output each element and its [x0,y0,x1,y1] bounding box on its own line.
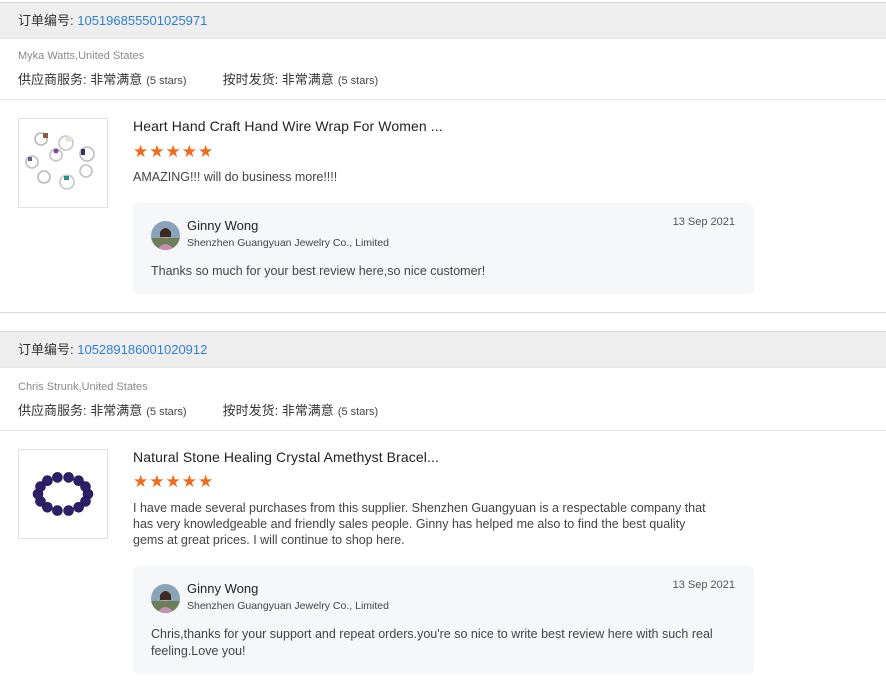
order-number-link[interactable]: 105289186001020912 [77,342,207,357]
order-label: 订单编号: [18,342,78,357]
reply-text: Thanks so much for your best review here… [151,264,486,278]
shipping-rating: 按时发货: 非常满意 [222,403,334,418]
seller-ratings: 供应商服务: 非常满意 (5 stars) 按时发货: 非常满意 (5 stars) [18,69,378,88]
seller-reply: Ginny Wong Shenzhen Guangyuan Jewelry Co… [133,566,754,674]
bracelet-bead [63,472,74,483]
reply-company: Shenzhen Guangyuan Jewelry Co., Limited [187,237,389,249]
rings-product-thumbnail[interactable] [18,118,108,208]
rating-stars: ★★★★★ [133,472,215,491]
bracelet-bead [73,501,84,513]
section-divider [0,312,886,313]
reply-company: Shenzhen Guangyuan Jewelry Co., Limited [187,600,389,612]
avatar [151,584,180,613]
review-text: I have made several purchases from this … [133,501,706,547]
reply-date: 13 Sep 2021 [672,579,735,591]
bracelet-bead [52,505,63,516]
divider [0,99,886,100]
order-number-link[interactable]: 105196855501025971 [77,13,207,28]
bracelet-bead [42,475,53,487]
reply-text: Chris,thanks for your support and repeat… [151,627,713,658]
seller-reply: Ginny Wong Shenzhen Guangyuan Jewelry Co… [133,203,754,294]
avatar [151,221,180,250]
reply-author-name: Ginny Wong [187,218,259,233]
seller-ratings: 供应商服务: 非常满意 (5 stars) 按时发货: 非常满意 (5 stars) [18,400,378,419]
product-title-link[interactable]: Natural Stone Healing Crystal Amethyst B… [133,449,439,465]
order-label: 订单编号: [18,13,78,28]
review-text: AMAZING!!! will do business more!!!! [133,170,338,184]
supplier-service-stars: (5 stars) [146,75,187,87]
supplier-service-stars: (5 stars) [146,406,187,418]
buyer-name: Myka Watts,United States [18,50,145,62]
reply-date: 13 Sep 2021 [672,216,735,228]
shipping-stars: (5 stars) [337,406,379,418]
bracelet-bead [63,505,74,516]
buyer-name: Chris Strunk,United States [18,381,148,393]
reply-author-name: Ginny Wong [187,581,259,596]
shipping-stars: (5 stars) [337,75,379,87]
product-title-link[interactable]: Heart Hand Craft Hand Wire Wrap For Wome… [133,118,443,134]
divider [0,430,886,431]
rings-image-icon [25,132,95,190]
bracelet-bead [80,481,91,492]
rating-stars: ★★★★★ [133,142,215,161]
order-header: 订单编号: 105289186001020912 [0,331,886,368]
avatar-icon [151,221,180,250]
avatar-icon [151,584,180,613]
bracelet-product-thumbnail[interactable] [18,449,108,539]
bracelet-image-icon [32,472,94,516]
supplier-service-rating: 供应商服务: 非常满意 [18,403,143,418]
order-header: 订单编号: 105196855501025971 [0,2,886,39]
bracelet-bead [52,472,63,483]
shipping-rating: 按时发货: 非常满意 [222,72,334,87]
supplier-service-rating: 供应商服务: 非常满意 [18,72,143,87]
